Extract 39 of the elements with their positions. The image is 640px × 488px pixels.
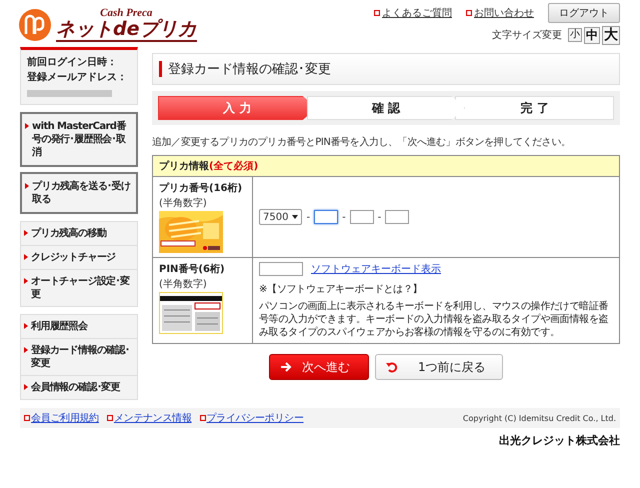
keyboard-link[interactable]: ソフトウェアキーボード表示	[311, 262, 441, 276]
sidebar-item[interactable]: 利用履歴照会	[21, 315, 137, 338]
logout-button[interactable]: ログアウト	[548, 3, 620, 23]
field-hint: (半角数字)	[159, 278, 208, 291]
instruction-text: 追加／変更するプリカのプリカ番号とPIN番号を入力し、「次へ進む」ボタンを押してください。	[152, 136, 572, 149]
card-prefix-select[interactable]: 7500	[259, 209, 302, 225]
step: 完 了	[455, 96, 614, 120]
next-button[interactable]: 次へ進む	[269, 354, 369, 380]
separator-dash: -	[306, 212, 310, 222]
sidebar-item[interactable]: プリカ残高を送る･受け取る	[20, 172, 138, 214]
font-size-button[interactable]: 大	[602, 26, 620, 45]
sidebar-item[interactable]: with MasterCard番号の発行･履歴照会･取消	[20, 112, 138, 167]
sidebar-item[interactable]: 会員情報の確認･変更	[21, 375, 137, 399]
field-label: プリカ番号(16桁)	[159, 181, 244, 195]
company-name: 出光クレジット株式会社	[499, 433, 620, 448]
form-heading: プリカ情報(全て必須)	[153, 156, 619, 177]
separator-dash: -	[378, 212, 382, 222]
sidebar-item[interactable]: 登録カード情報の確認･変更	[21, 338, 137, 375]
font-size-label: 文字サイズ変更	[492, 28, 562, 42]
font-size-button[interactable]: 小	[568, 28, 582, 42]
back-button[interactable]: 1つ前に戻る	[375, 354, 503, 380]
footer-link[interactable]: メンテナンス情報	[106, 411, 192, 425]
sidebar-item[interactable]: クレジットチャージ	[21, 245, 137, 269]
field-label: PIN番号(6桁)	[159, 262, 226, 276]
logo-tagline: Cash Preca	[100, 8, 152, 20]
page-title: 登録カード情報の確認･変更	[168, 61, 331, 78]
last-login-label: 前回ログイン日時：	[27, 56, 118, 69]
font-size-button[interactable]: 中	[584, 27, 600, 44]
sidebar-item[interactable]: オートチャージ設定･変更	[21, 269, 137, 306]
note-title: ※【ソフトウェアキーボードとは？】	[259, 283, 424, 296]
step: 確 認	[306, 96, 466, 120]
field-hint: (半角数字)	[159, 196, 208, 210]
footer-link[interactable]: プライバシーポリシー	[200, 411, 304, 425]
sidebar-item[interactable]: プリカ残高の移動	[21, 222, 137, 245]
separator-dash: -	[342, 212, 346, 222]
email-label: 登録メールアドレス：	[27, 71, 128, 84]
copyright-text: Copyright (C) Idemitsu Credit Co., Ltd.	[462, 414, 616, 422]
note-text: パソコンの画面上に表示されるキーボードを利用し、マウスの操作だけで暗証番号等の入力ができます。キーボードの入力情報を盗み取るタイプや画面情報を盗み取るタイプのスパイウェアからお客様の情報を守るのに有効です。	[259, 300, 610, 339]
logo-wordmark: ネットdeプリカ	[56, 19, 196, 42]
